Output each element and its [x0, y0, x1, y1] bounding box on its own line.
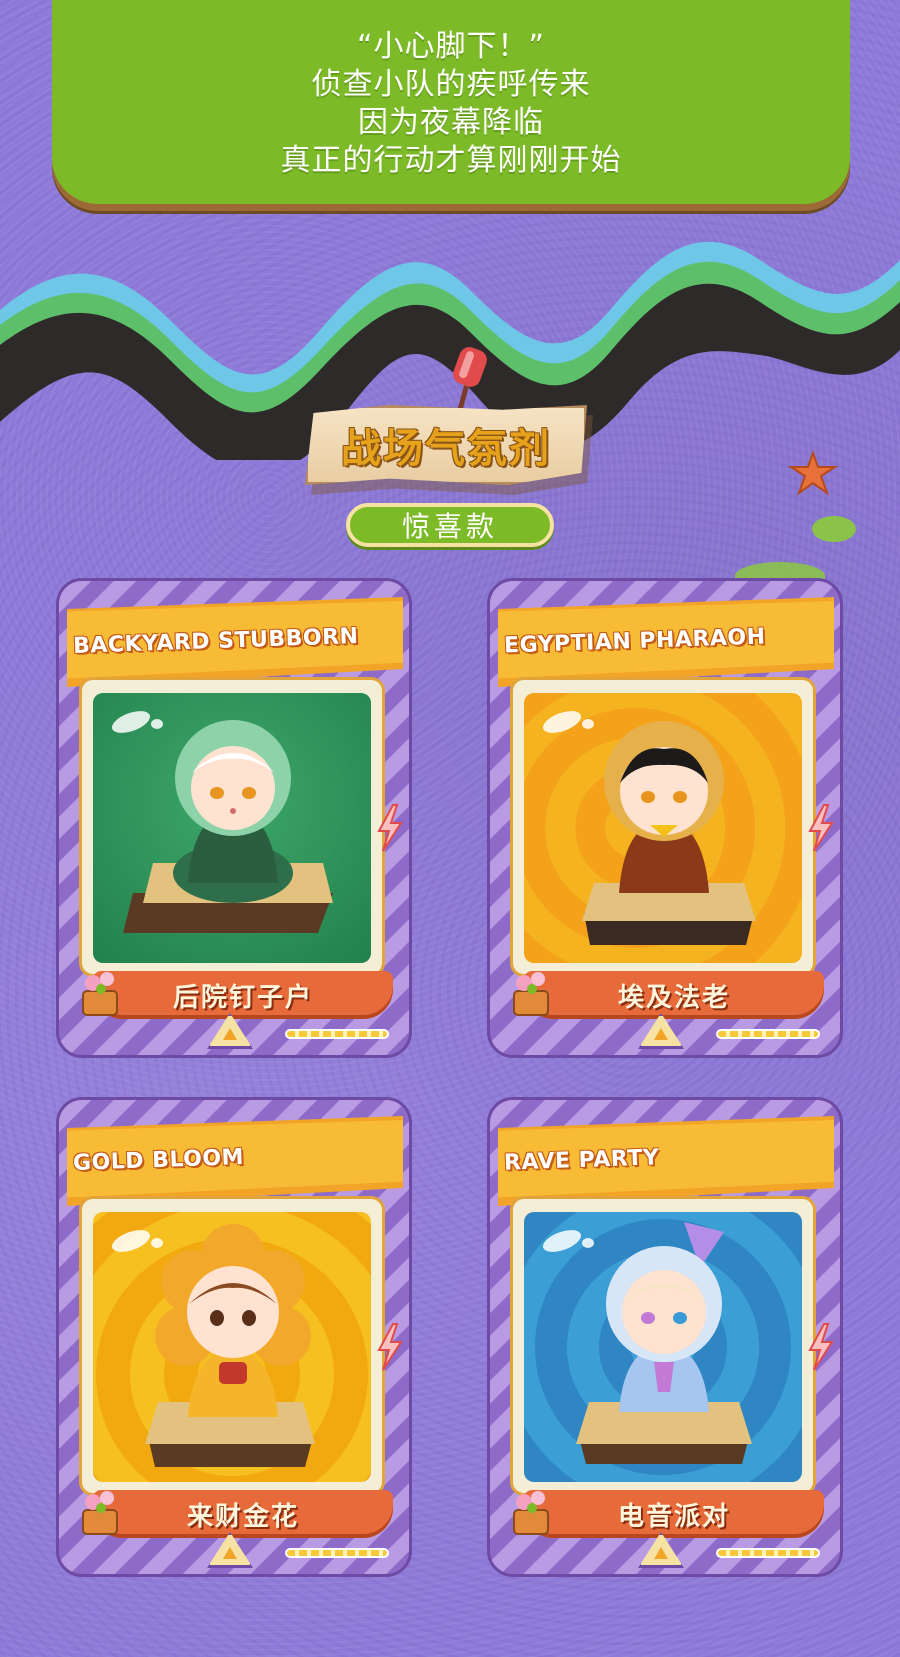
- section-title-sign: 战场气氛剂: [305, 405, 587, 485]
- card-chinese-name: 来财金花: [186, 1501, 299, 1532]
- card-chinese-name: 埃及法老: [617, 982, 730, 1013]
- surprise-badge-label: 惊喜款: [401, 510, 498, 543]
- banner-line-1: “小心脚下！”: [356, 29, 546, 64]
- card-name-bar: 来财金花: [93, 1490, 393, 1538]
- card-chinese-name: 电音派对: [617, 1501, 730, 1532]
- lightning-icon: [808, 804, 834, 852]
- flower-pot-icon: [513, 972, 549, 1016]
- figure-rave-party-image: [576, 1222, 752, 1464]
- lightning-icon: [377, 804, 403, 852]
- figure-backyard-stubborn-image: [123, 720, 333, 933]
- banner-line-2: 侦查小队的疾呼传来: [311, 67, 591, 102]
- progress-dots: [285, 1029, 389, 1039]
- card-chinese-name: 后院钉子户: [172, 982, 313, 1013]
- banner-line-4: 真正的行动才算刚刚开始: [280, 143, 622, 178]
- figure-image-area: [93, 1212, 371, 1482]
- flower-pot-icon: [513, 1491, 549, 1535]
- flower-pot-icon: [82, 972, 118, 1016]
- figure-image-area: [93, 693, 371, 963]
- progress-dots: [716, 1548, 820, 1558]
- figure-image-area: [524, 693, 802, 963]
- story-banner: “小心脚下！” 侦查小队的疾呼传来 因为夜幕降临 真正的行动才算刚刚开始: [52, 0, 850, 204]
- section-title: 战场气氛剂: [341, 426, 551, 472]
- figure-card-rave-party[interactable]: RAVE PARTY 电音派对: [487, 1097, 843, 1577]
- progress-dots: [285, 1548, 389, 1558]
- card-name-bar: 电音派对: [524, 1490, 824, 1538]
- figure-card-gold-bloom[interactable]: GOLD BLOOM 来财金花: [56, 1097, 412, 1577]
- figure-gold-bloom-image: [145, 1224, 315, 1467]
- flower-pot-icon: [82, 1491, 118, 1535]
- green-dot-decoration: [812, 516, 856, 542]
- figure-card-backyard-stubborn[interactable]: BACKYARD STUBBORN 后院钉子户: [56, 578, 412, 1058]
- card-name-bar: 埃及法老: [524, 971, 824, 1019]
- card-name-bar: 后院钉子户: [93, 971, 393, 1019]
- progress-dots: [716, 1029, 820, 1039]
- figure-card-egyptian-pharaoh[interactable]: EGYPTIAN PHARAOH 埃及法老: [487, 578, 843, 1058]
- lightning-icon: [808, 1323, 834, 1371]
- figure-egyptian-pharaoh-image: [582, 721, 756, 945]
- banner-line-3: 因为夜幕降临: [358, 105, 544, 140]
- starfish-icon: [787, 450, 839, 496]
- figure-image-area: [524, 1212, 802, 1482]
- lightning-icon: [377, 1323, 403, 1371]
- surprise-badge: 惊喜款: [346, 503, 554, 547]
